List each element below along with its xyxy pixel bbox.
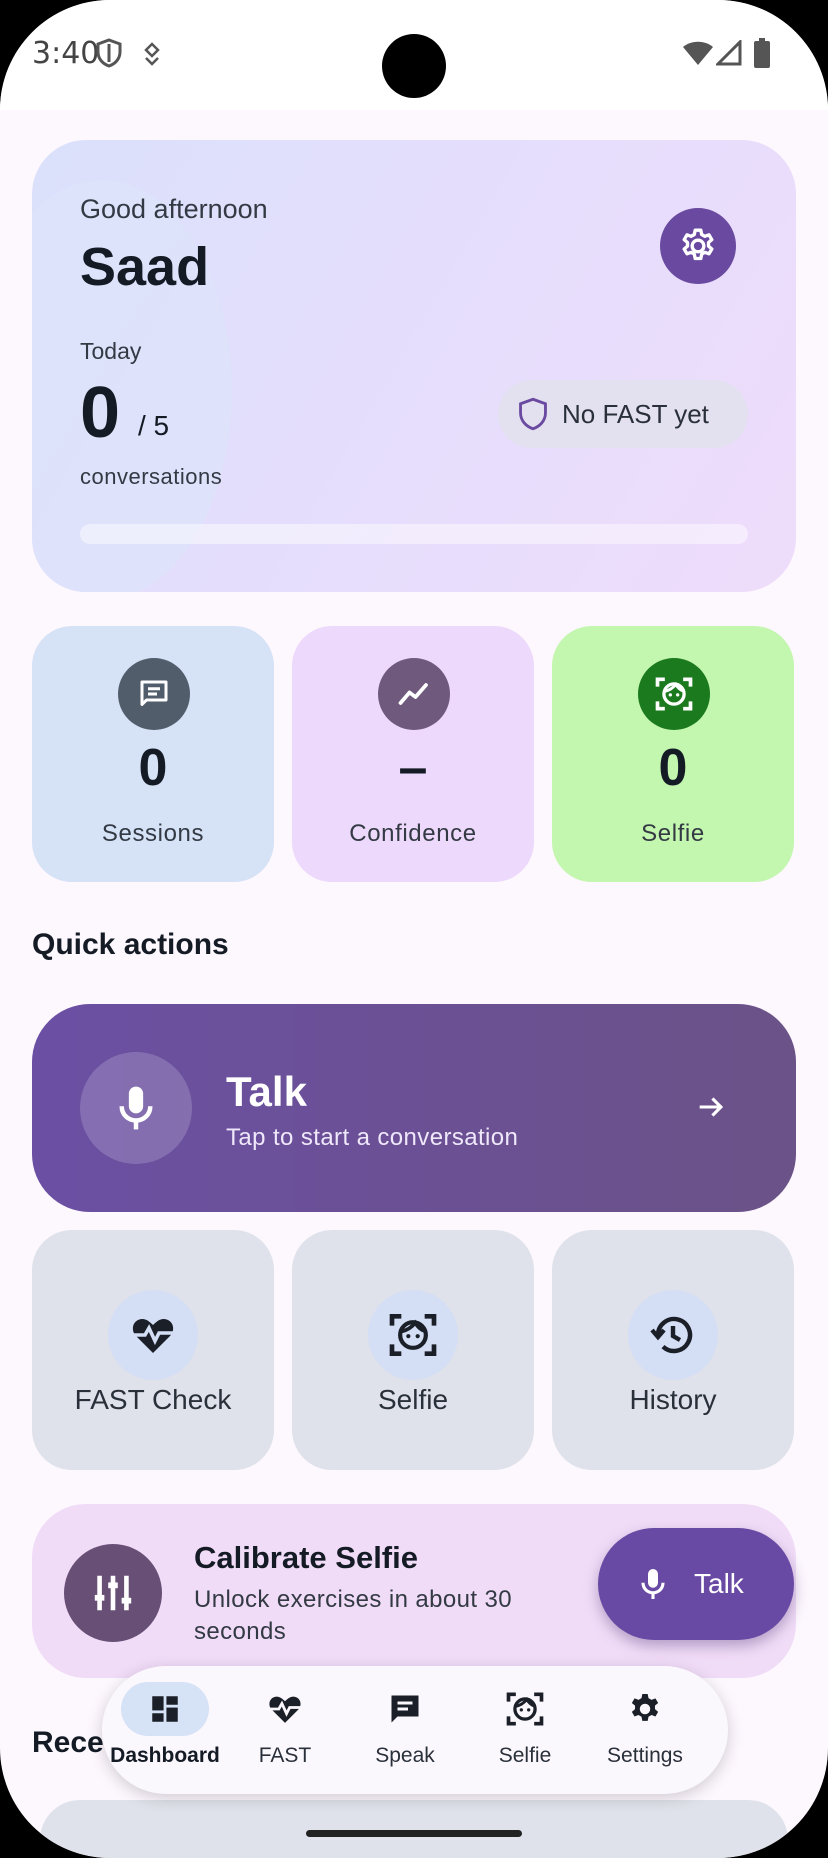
nav-label: FAST [258, 1744, 312, 1767]
camera-cutout [382, 34, 446, 98]
nav-item-speak[interactable]: Speak [350, 1682, 460, 1782]
chat-icon [140, 680, 168, 706]
history-icon [650, 1316, 693, 1354]
conversation-goal: / 5 [138, 410, 170, 441]
recent-heading: Rece [32, 1726, 104, 1759]
gear-icon [682, 228, 714, 261]
shield-status-icon [96, 38, 122, 68]
nav-item-dashboard[interactable]: Dashboard [110, 1682, 220, 1782]
nav-icon-wrap [361, 1682, 449, 1736]
nav-active-indicator [121, 1682, 209, 1736]
status-bar: 3:40 [0, 0, 828, 110]
nav-item-settings[interactable]: Settings [590, 1682, 700, 1782]
tile-icon-circle [628, 1290, 718, 1380]
trending-up-icon [398, 683, 428, 705]
nav-label: Speak [375, 1744, 435, 1767]
arrow-right-icon [699, 1097, 724, 1117]
nav-label: Settings [607, 1744, 683, 1767]
tile-icon-circle [368, 1290, 458, 1380]
nav-icon-wrap [241, 1682, 329, 1736]
stat-icon-circle [118, 658, 190, 730]
signal-icon [716, 40, 742, 66]
stat-card-selfie[interactable]: 0 Selfie [552, 626, 794, 882]
face-scan-icon [655, 677, 693, 711]
tile-icon-circle [108, 1290, 198, 1380]
selfie-tile[interactable]: Selfie [292, 1230, 534, 1470]
fab-label: Talk [694, 1568, 744, 1599]
daily-summary-card: Good afternoon Saad Today 0 / 5 conversa… [32, 140, 796, 592]
stat-label: Sessions [101, 820, 205, 847]
home-indicator [306, 1830, 522, 1837]
tile-label: Selfie [377, 1384, 449, 1415]
quick-actions-heading: Quick actions [32, 928, 229, 961]
mic-icon [119, 1086, 153, 1130]
stat-card-confidence[interactable]: – Confidence [292, 626, 534, 882]
bottom-navigation: Dashboard FAST Speak Selfie Settings [102, 1666, 728, 1794]
conversations-unit: conversations [80, 464, 223, 489]
greeting-text: Good afternoon [80, 194, 268, 224]
chat-icon [391, 1695, 419, 1723]
wifi-icon [683, 41, 713, 65]
stat-value: 0 [658, 739, 688, 797]
stat-icon-circle [638, 658, 710, 730]
talk-card[interactable]: Talk Tap to start a conversation [32, 1004, 796, 1212]
calibrate-icon-circle [64, 1544, 162, 1642]
phone-screen: 3:40 Good afternoon Saad Today 0 / 5 con… [0, 0, 828, 1858]
status-time: 3:40 [32, 36, 100, 71]
heart-pulse-icon [268, 1696, 302, 1723]
user-name: Saad [80, 237, 210, 297]
nav-item-selfie[interactable]: Selfie [470, 1682, 580, 1782]
nav-item-fast[interactable]: FAST [230, 1682, 340, 1782]
history-tile[interactable]: History [552, 1230, 794, 1470]
face-scan-icon [506, 1692, 544, 1726]
nav-label: Selfie [498, 1744, 552, 1767]
stat-value: 0 [138, 739, 168, 797]
daily-progress-bar [80, 524, 748, 544]
talk-card-subtitle: Tap to start a conversation [226, 1124, 519, 1151]
gear-icon [631, 1693, 659, 1721]
talk-fab[interactable]: Talk [598, 1528, 794, 1640]
fast-status-chip[interactable]: No FAST yet [498, 380, 748, 448]
stat-label: Confidence [349, 820, 477, 847]
battery-icon [754, 38, 770, 68]
calibrate-title: Calibrate Selfie [194, 1540, 418, 1575]
nav-icon-wrap [601, 1682, 689, 1736]
recent-item-card[interactable] [40, 1800, 788, 1858]
stat-label: Selfie [641, 820, 705, 847]
talk-card-title: Talk [226, 1068, 307, 1115]
stat-card-sessions[interactable]: 0 Sessions [32, 626, 274, 882]
settings-button[interactable] [660, 208, 736, 284]
tile-label: FAST Check [74, 1384, 232, 1415]
mic-icon [641, 1569, 665, 1599]
mic-icon-circle [80, 1052, 192, 1164]
calibrate-subtitle: Unlock exercises in about 30 seconds [194, 1586, 513, 1645]
nav-icon-wrap [481, 1682, 569, 1736]
stat-icon-circle [378, 658, 450, 730]
face-scan-icon [389, 1314, 437, 1356]
location-status-icon [144, 42, 160, 66]
today-label: Today [80, 338, 142, 364]
stat-value: – [398, 739, 428, 797]
shield-icon [519, 397, 547, 431]
dashboard-icon [152, 1696, 178, 1722]
conversation-count: 0 [80, 373, 121, 453]
tile-label: History [629, 1384, 717, 1415]
tune-icon [94, 1575, 132, 1611]
heart-pulse-icon [131, 1319, 175, 1353]
fast-chip-label: No FAST yet [562, 398, 709, 429]
nav-label: Dashboard [110, 1744, 220, 1767]
fast-check-tile[interactable]: FAST Check [32, 1230, 274, 1470]
